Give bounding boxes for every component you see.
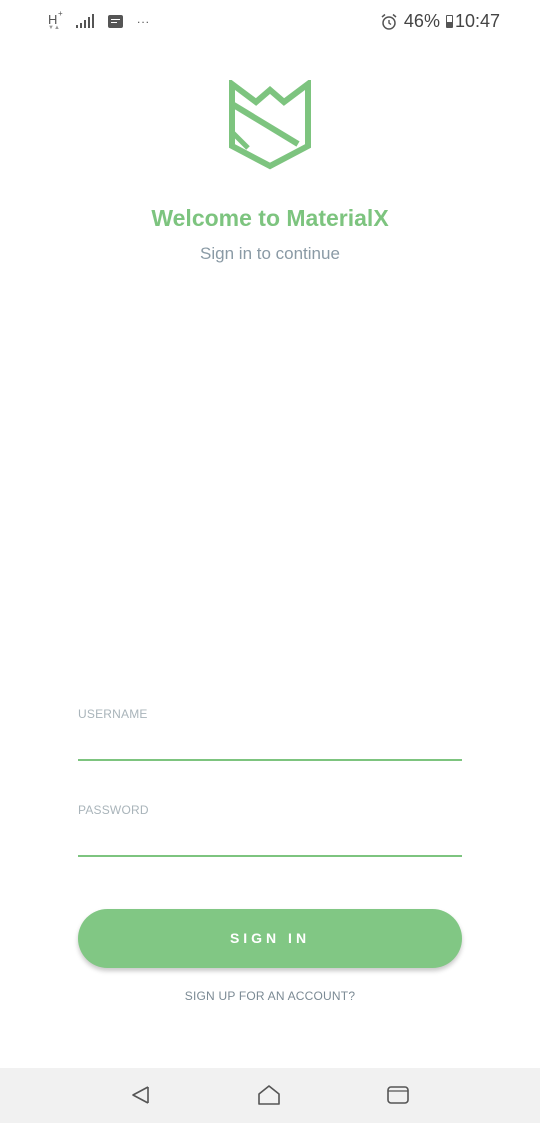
more-icon: ... (137, 12, 151, 26)
status-bar-right: 46% 10:47 (380, 11, 500, 32)
sign-in-button[interactable]: SIGN IN (78, 909, 462, 968)
login-screen: H + ▼▲ ... 46% 10:47 Welcome to Material… (0, 0, 540, 1123)
navigation-bar (0, 1068, 540, 1123)
alarm-icon (381, 13, 397, 30)
message-notification-icon (108, 14, 123, 28)
password-label: PASSWORD (78, 803, 149, 817)
battery-percent: 46% (403, 11, 440, 31)
password-input[interactable] (78, 823, 462, 857)
materialx-logo-icon (229, 80, 311, 170)
status-bar: H + ▼▲ ... 46% 10:47 (0, 0, 540, 44)
network-type-icon: H + ▼▲ (48, 9, 63, 31)
welcome-title: Welcome to MaterialX (151, 205, 389, 231)
signal-icon (76, 14, 94, 28)
username-input[interactable] (78, 727, 462, 761)
sign-up-link[interactable]: SIGN UP FOR AN ACCOUNT? (0, 989, 540, 1003)
recents-icon[interactable] (385, 1082, 411, 1108)
username-field: USERNAME (78, 707, 462, 761)
home-icon[interactable] (256, 1082, 282, 1108)
battery-icon (445, 15, 453, 28)
back-icon[interactable] (128, 1082, 154, 1108)
password-field: PASSWORD (78, 803, 462, 857)
clock: 10:47 (454, 11, 500, 31)
welcome-subtitle: Sign in to continue (200, 244, 340, 263)
username-label: USERNAME (78, 707, 148, 721)
status-bar-left: H + ▼▲ ... (48, 9, 151, 32)
